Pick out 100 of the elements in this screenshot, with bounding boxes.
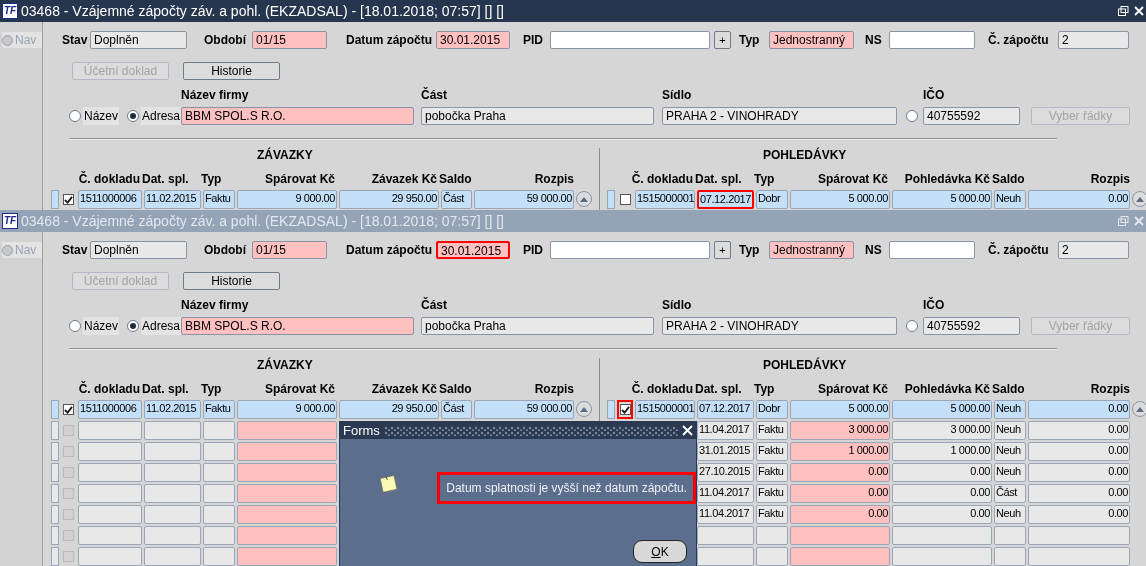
- text-field[interactable]: PRAHA 2 - VINOHRADY: [662, 107, 897, 125]
- form-button[interactable]: Historie: [183, 62, 280, 80]
- table-cell: Faktu: [756, 463, 788, 482]
- table-cell: 5 000.00: [892, 400, 992, 419]
- table-cell: Faktu: [756, 484, 788, 503]
- table-cell: [144, 505, 201, 524]
- text-field[interactable]: [889, 31, 975, 49]
- table-cell: [78, 505, 142, 524]
- field-label: Č. zápočtu: [988, 31, 1050, 49]
- table-cell: 07.12.2017: [697, 400, 754, 419]
- check-icon: [64, 195, 73, 204]
- text-field[interactable]: 30.01.2015: [436, 241, 510, 259]
- field-label: NS: [865, 32, 883, 49]
- checkbox[interactable]: [619, 404, 631, 415]
- radio-button[interactable]: [127, 110, 139, 122]
- table-cell: Faktu: [756, 442, 788, 461]
- column-header: Saldo: [439, 382, 473, 396]
- text-field[interactable]: [550, 241, 710, 259]
- field-label: Název firmy: [181, 298, 250, 312]
- add-button[interactable]: +: [714, 241, 731, 259]
- table-cell: Neuh: [994, 190, 1026, 209]
- text-field[interactable]: Jednostranný: [769, 241, 854, 259]
- text-field[interactable]: BBM SPOL.S R.O.: [181, 107, 414, 125]
- text-field[interactable]: 01/15: [252, 31, 327, 49]
- column-header: Č. dokladu: [77, 172, 140, 186]
- text-field[interactable]: Doplněn: [90, 241, 187, 259]
- table-cell: Neuh: [994, 505, 1026, 524]
- table-cell: 29 950.00: [339, 190, 439, 209]
- text-field[interactable]: 2: [1058, 31, 1129, 49]
- table-cell: [78, 442, 142, 461]
- scroll-up-button[interactable]: [576, 401, 592, 417]
- radio-button[interactable]: [69, 320, 81, 332]
- table-cell: 1515000001: [635, 190, 695, 209]
- text-field[interactable]: 40755592: [923, 107, 1020, 125]
- ok-button[interactable]: OK: [633, 540, 687, 563]
- table-cell: [203, 463, 235, 482]
- radio-button[interactable]: [69, 110, 81, 122]
- table-cell: Neuh: [994, 442, 1026, 461]
- checkbox[interactable]: [619, 194, 631, 205]
- table-cell: [78, 526, 142, 545]
- form-button[interactable]: Historie: [183, 272, 280, 290]
- row-selector[interactable]: [51, 463, 59, 482]
- field-label: Sídlo: [662, 88, 693, 102]
- restore-icon[interactable]: [1118, 6, 1129, 16]
- text-field[interactable]: Jednostranný: [769, 31, 854, 49]
- row-selector[interactable]: [51, 547, 59, 566]
- table-cell: [78, 421, 142, 440]
- row-selector[interactable]: [51, 442, 59, 461]
- column-header: Spárovat Kč: [263, 382, 335, 396]
- radio-button[interactable]: [906, 110, 918, 122]
- section-title: POHLEDÁVKY: [763, 358, 848, 372]
- text-field[interactable]: pobočka Praha: [421, 107, 654, 125]
- radio-button[interactable]: [906, 320, 918, 332]
- table-cell: 0.00: [1028, 463, 1130, 482]
- scroll-up-button[interactable]: [1132, 401, 1146, 417]
- column-header: Saldo: [992, 172, 1026, 186]
- text-field[interactable]: PRAHA 2 - VINOHRADY: [662, 317, 897, 335]
- table-cell: 0.00: [790, 463, 890, 482]
- scroll-up-button[interactable]: [1132, 191, 1146, 207]
- add-button[interactable]: +: [714, 31, 731, 49]
- field-label: PID: [523, 242, 544, 259]
- text-field[interactable]: Doplněn: [90, 31, 187, 49]
- text-field[interactable]: [889, 241, 975, 259]
- text-field[interactable]: 01/15: [252, 241, 327, 259]
- table-cell: [203, 547, 235, 566]
- text-field[interactable]: 30.01.2015: [436, 31, 510, 49]
- table-cell: Neuh: [994, 400, 1026, 419]
- field-label: NS: [865, 242, 883, 259]
- row-selector[interactable]: [51, 484, 59, 503]
- table-cell: 1 000.00: [790, 442, 890, 461]
- app-logo: TF: [2, 3, 18, 19]
- table-cell: [203, 421, 235, 440]
- text-field[interactable]: pobočka Praha: [421, 317, 654, 335]
- text-field[interactable]: 2: [1058, 241, 1129, 259]
- table-cell: 1 000.00: [892, 442, 992, 461]
- field-label: Sídlo: [662, 298, 693, 312]
- checkbox[interactable]: [63, 404, 74, 415]
- field-label: Typ: [739, 242, 761, 259]
- table-cell: [756, 547, 788, 566]
- table-cell: [144, 463, 201, 482]
- checkbox[interactable]: [63, 194, 74, 205]
- text-field[interactable]: 40755592: [923, 317, 1020, 335]
- scroll-up-button[interactable]: [576, 191, 592, 207]
- text-field[interactable]: BBM SPOL.S R.O.: [181, 317, 414, 335]
- row-selector[interactable]: [51, 526, 59, 545]
- field-label: Datum zápočtu: [346, 32, 433, 49]
- table-cell: 0.00: [1028, 505, 1130, 524]
- radio-button[interactable]: [127, 320, 139, 332]
- column-header: Č. dokladu: [77, 382, 140, 396]
- table-cell: 0.00: [1028, 400, 1130, 419]
- table-cell: [144, 547, 201, 566]
- window-title: 03468 - Vzájemné zápočty záv. a pohl. (EKZADSAL) - [18.01.2018; 07:57] [] []: [21, 211, 504, 231]
- table-cell: Neuh: [994, 463, 1026, 482]
- row-selector[interactable]: [51, 505, 59, 524]
- field-label: Datum zápočtu: [346, 242, 433, 259]
- table-cell: 07.12.2017: [697, 190, 754, 209]
- table-cell: 29 950.00: [339, 400, 439, 419]
- row-selector[interactable]: [51, 421, 59, 440]
- column-header: Dat. spl.: [142, 382, 190, 396]
- text-field[interactable]: [550, 31, 710, 49]
